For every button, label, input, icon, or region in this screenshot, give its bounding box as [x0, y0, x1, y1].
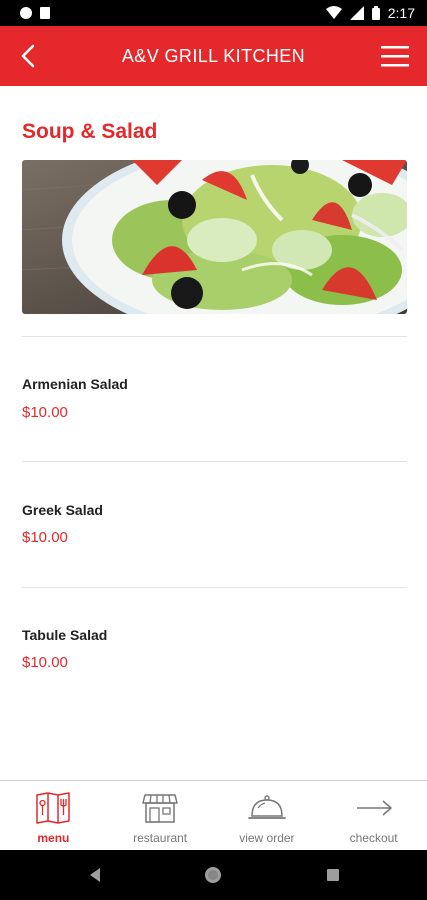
- item-price: $10.00: [22, 529, 68, 546]
- status-notifications: [20, 7, 50, 19]
- system-recents-icon[interactable]: [326, 868, 340, 882]
- item-price: $10.00: [22, 404, 68, 421]
- nav-menu[interactable]: menu: [0, 781, 107, 850]
- nav-label: view order: [239, 831, 295, 845]
- divider: [22, 336, 407, 337]
- battery-icon: [371, 6, 380, 20]
- bottom-nav: menu restaurant view order checkout: [0, 780, 427, 850]
- divider: [22, 461, 407, 462]
- nav-label: menu: [37, 831, 70, 845]
- system-nav-bar: [0, 850, 427, 900]
- menu-book-icon: [36, 792, 71, 824]
- section-title: Soup & Salad: [22, 120, 158, 143]
- storefront-icon: [142, 794, 178, 823]
- item-price: $10.00: [22, 654, 68, 671]
- system-home-icon[interactable]: [203, 865, 223, 885]
- nav-restaurant[interactable]: restaurant: [107, 781, 214, 850]
- app-title: A&V GRILL KITCHEN: [121, 45, 306, 66]
- nav-label: restaurant: [133, 831, 188, 845]
- hamburger-menu-icon[interactable]: [381, 44, 409, 68]
- sim-card-icon: [40, 7, 50, 19]
- back-arrow-icon[interactable]: [16, 42, 44, 70]
- nav-view-order[interactable]: view order: [214, 781, 321, 850]
- cloche-icon: [247, 795, 286, 819]
- status-indicators: 2:17: [325, 5, 415, 21]
- item-name: Tabule Salad: [22, 627, 108, 643]
- signal-icon: [349, 6, 364, 20]
- item-name: Greek Salad: [22, 502, 103, 518]
- wifi-icon: [325, 6, 342, 19]
- salad-hero-image: [22, 160, 407, 314]
- status-time: 2:17: [387, 5, 415, 21]
- nav-label: checkout: [349, 831, 398, 845]
- app-bar: A&V GRILL KITCHEN: [0, 26, 427, 86]
- arrow-right-icon: [356, 800, 392, 816]
- notification-dot-icon: [20, 7, 32, 19]
- system-back-icon[interactable]: [88, 867, 102, 883]
- nav-checkout[interactable]: checkout: [320, 781, 427, 850]
- divider: [22, 587, 407, 588]
- status-bar: 2:17: [0, 0, 427, 26]
- item-name: Armenian Salad: [22, 376, 128, 392]
